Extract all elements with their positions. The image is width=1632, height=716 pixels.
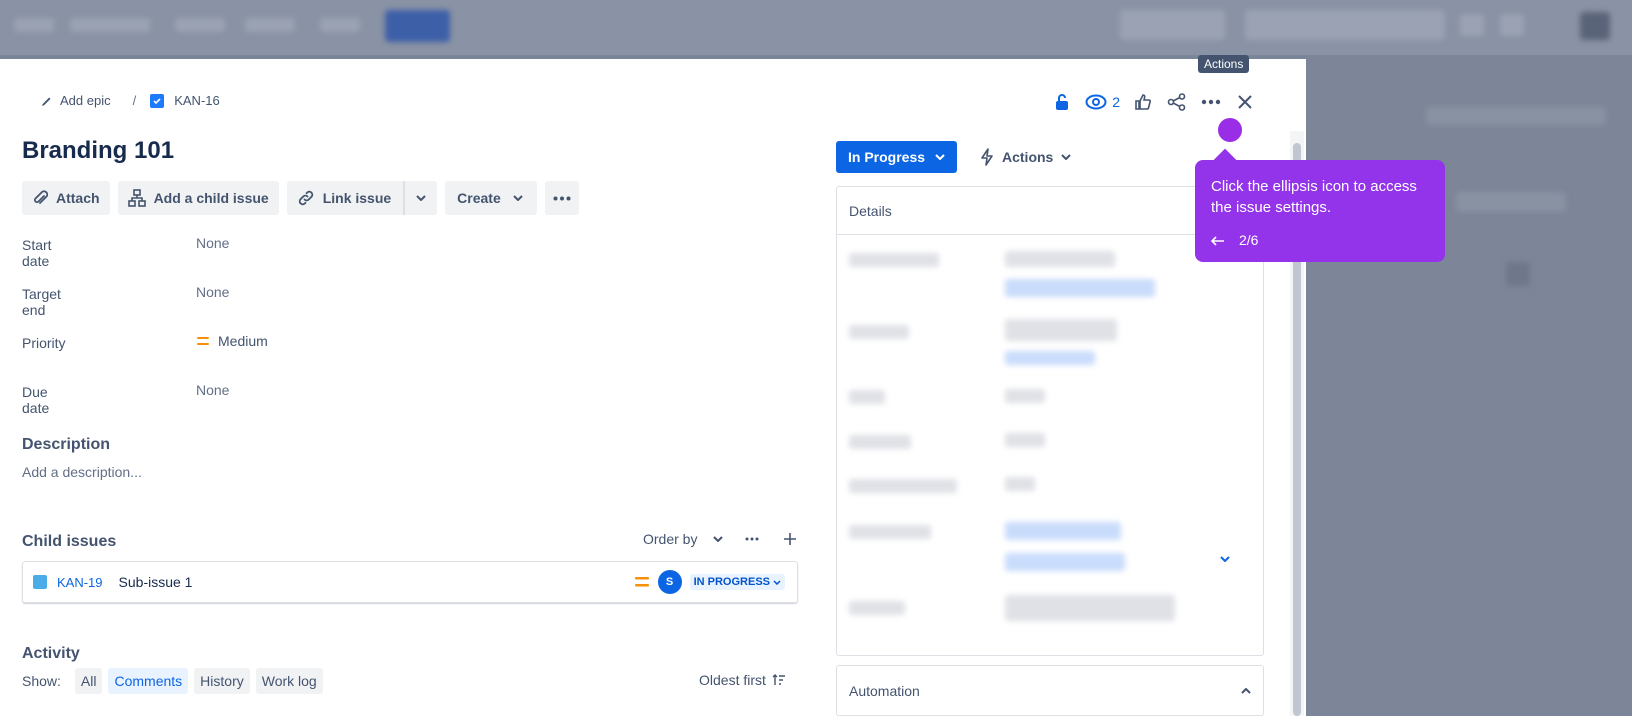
child-issue-row[interactable]: KAN-19 Sub-issue 1 S IN PROGRESS xyxy=(22,561,798,603)
chevron-down-icon xyxy=(773,579,781,585)
issue-title[interactable]: Branding 101 xyxy=(22,137,174,165)
arrow-left-icon[interactable] xyxy=(1211,235,1225,246)
field-label: Start date xyxy=(22,237,52,269)
status-badge[interactable]: IN PROGRESS xyxy=(689,574,785,590)
thumbs-up-icon[interactable] xyxy=(1126,85,1160,119)
add-child-label: Add a child issue xyxy=(153,190,269,206)
order-by-button[interactable]: Order by xyxy=(643,531,697,547)
status-label: IN PROGRESS xyxy=(693,576,770,588)
guide-hotspot[interactable] xyxy=(1218,118,1242,142)
field-label: Due date xyxy=(22,384,50,416)
chevron-down-icon xyxy=(416,195,426,201)
guide-text: Click the ellipsis icon to access the is… xyxy=(1211,178,1417,216)
lock-icon[interactable] xyxy=(1045,85,1079,119)
link-issue-dropdown[interactable] xyxy=(405,181,437,215)
actions-label: Actions xyxy=(1002,149,1054,165)
filter-all[interactable]: All xyxy=(74,668,103,694)
background-top-bar xyxy=(0,0,1632,56)
child-issues-tools: Order by xyxy=(643,531,797,547)
guide-popover: Click the ellipsis icon to access the is… xyxy=(1195,160,1445,262)
eye-icon xyxy=(1085,94,1107,110)
issue-modal: Add epic / KAN-16 2 Branding 101 Attach … xyxy=(0,59,1306,716)
more-actions-icon[interactable] xyxy=(1194,85,1228,119)
pencil-icon xyxy=(42,97,51,106)
filter-comments[interactable]: Comments xyxy=(108,668,189,694)
automation-heading: Automation xyxy=(849,682,920,699)
actions-dropdown[interactable]: Actions xyxy=(976,141,1075,173)
activity-heading: Activity xyxy=(22,645,80,662)
status-dropdown[interactable]: In Progress xyxy=(836,141,958,173)
child-issue-summary[interactable]: Sub-issue 1 xyxy=(119,574,193,590)
close-icon[interactable] xyxy=(1228,85,1262,119)
automation-panel[interactable]: Automation xyxy=(836,665,1264,716)
subtask-icon xyxy=(33,575,47,589)
more-icon xyxy=(553,196,571,200)
activity-filters: Show: All Comments History Work log xyxy=(22,668,323,694)
field-value[interactable]: None xyxy=(196,235,229,251)
guide-step: 2/6 xyxy=(1239,232,1259,248)
chevron-up-icon xyxy=(1241,687,1251,694)
share-icon[interactable] xyxy=(1160,85,1194,119)
plus-icon[interactable] xyxy=(783,532,797,546)
description-heading: Description xyxy=(22,436,111,453)
lightning-icon xyxy=(981,148,993,166)
paperclip-icon xyxy=(34,190,48,204)
issue-key-link[interactable]: KAN-16 xyxy=(174,93,220,108)
child-issue-key[interactable]: KAN-19 xyxy=(57,575,103,590)
add-child-issue-button[interactable]: Add a child issue xyxy=(117,181,279,215)
header-actions: 2 xyxy=(1045,85,1262,119)
sort-icon xyxy=(772,674,785,685)
priority-medium-icon xyxy=(634,577,649,587)
toolbar-more-button[interactable] xyxy=(544,181,579,215)
filter-work-log[interactable]: Work log xyxy=(255,668,323,694)
link-issue-button[interactable]: Link issue xyxy=(286,181,438,215)
breadcrumb: Add epic / KAN-16 xyxy=(40,93,220,108)
attach-button[interactable]: Attach xyxy=(22,181,110,215)
priority-medium-icon xyxy=(197,337,209,345)
actions-tooltip: Actions xyxy=(1198,55,1250,73)
watch-count: 2 xyxy=(1112,94,1120,110)
chevron-down-icon xyxy=(1061,154,1072,160)
chevron-down-icon xyxy=(513,195,523,201)
child-issues-heading: Child issues xyxy=(22,533,117,550)
link-icon xyxy=(298,190,313,206)
field-label: Priority xyxy=(22,335,66,351)
chevron-down-icon[interactable] xyxy=(1220,556,1230,562)
breadcrumb-separator: / xyxy=(132,93,137,108)
chevron-down-icon[interactable] xyxy=(713,536,724,542)
field-value[interactable]: None xyxy=(196,382,229,398)
attach-label: Attach xyxy=(56,190,100,206)
issue-toolbar: Attach Add a child issue Link issue Crea… xyxy=(22,181,579,215)
task-type-icon xyxy=(150,93,165,108)
create-label: Create xyxy=(457,190,501,206)
background-right-panel xyxy=(1306,57,1632,716)
sort-label: Oldest first xyxy=(699,672,766,688)
show-label: Show: xyxy=(22,673,61,689)
watch-button[interactable]: 2 xyxy=(1079,85,1126,119)
priority-value[interactable]: Medium xyxy=(196,333,268,349)
more-icon[interactable] xyxy=(745,537,759,541)
description-field[interactable]: Add a description... xyxy=(22,464,142,480)
field-value[interactable]: None xyxy=(196,284,229,300)
hierarchy-icon xyxy=(127,189,146,207)
add-epic-link[interactable]: Add epic xyxy=(60,93,111,108)
sort-button[interactable]: Oldest first xyxy=(699,672,786,688)
filter-history[interactable]: History xyxy=(194,668,250,694)
link-issue-label: Link issue xyxy=(322,190,392,206)
avatar[interactable]: S xyxy=(657,570,682,594)
status-label: In Progress xyxy=(848,149,926,165)
create-button[interactable]: Create xyxy=(445,181,537,215)
priority-label: Medium xyxy=(218,333,268,349)
field-label: Target end xyxy=(22,286,61,318)
chevron-down-icon xyxy=(935,154,945,160)
